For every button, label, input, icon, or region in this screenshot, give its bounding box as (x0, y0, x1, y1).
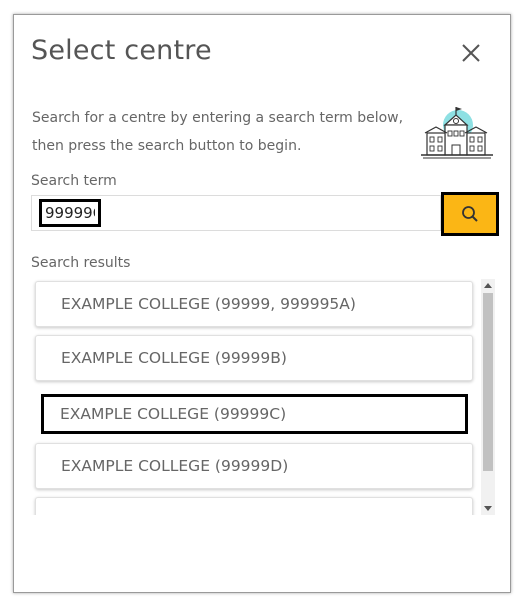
search-button[interactable] (441, 192, 499, 236)
instructions-text: Search for a centre by entering a search… (32, 110, 404, 154)
search-results-label: Search results (31, 255, 131, 271)
school-building-icon (421, 107, 493, 159)
scroll-down-icon[interactable] (484, 506, 492, 511)
result-item[interactable] (35, 497, 473, 515)
search-term-label: Search term (31, 173, 117, 189)
result-item[interactable]: EXAMPLE COLLEGE (99999, 999995A) (35, 281, 473, 327)
close-button[interactable] (459, 41, 483, 65)
result-item-selected[interactable]: EXAMPLE COLLEGE (99999C) (41, 394, 468, 434)
search-results-list: EXAMPLE COLLEGE (99999, 999995A) EXAMPLE… (31, 279, 497, 515)
result-item[interactable]: EXAMPLE COLLEGE (99999B) (35, 335, 473, 381)
results-scrollbar[interactable] (481, 279, 495, 515)
select-centre-dialog: Select centre Search for a centre by ent… (13, 14, 511, 593)
search-icon (462, 206, 478, 222)
search-input[interactable] (39, 199, 101, 227)
scroll-up-icon[interactable] (484, 283, 492, 288)
search-input-container[interactable] (31, 195, 441, 231)
dialog-title: Select centre (31, 35, 212, 66)
close-icon (462, 44, 480, 62)
result-item[interactable]: EXAMPLE COLLEGE (99999D) (35, 443, 473, 489)
scroll-thumb[interactable] (483, 293, 493, 471)
